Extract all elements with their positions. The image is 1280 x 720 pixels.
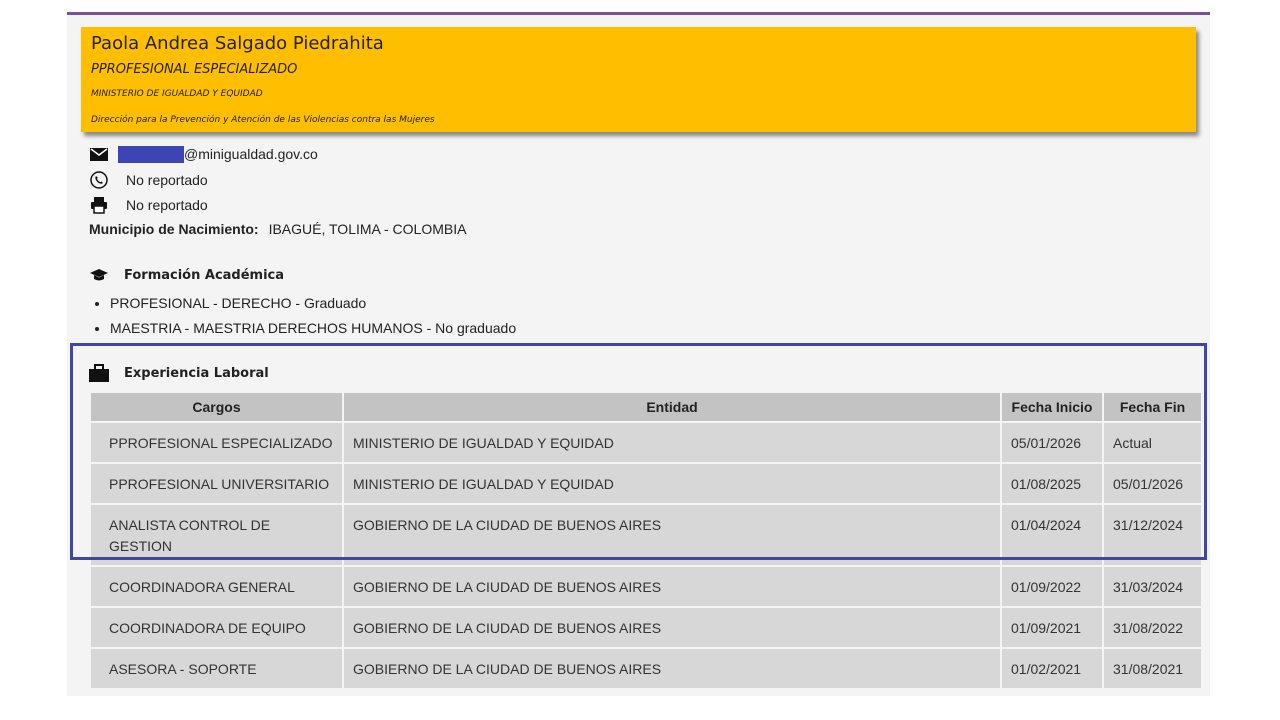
phone-value: No reportado: [126, 172, 208, 188]
table-row: ASESORA - SOPORTE GOBIERNO DE LA CIUDAD …: [91, 649, 1201, 688]
cell-cargo: COORDINADORA GENERAL: [91, 567, 342, 606]
education-item: MAESTRIA - MAESTRIA DERECHOS HUMANOS - N…: [110, 317, 516, 342]
phone-row: No reportado: [89, 171, 208, 189]
birthplace-label: Municipio de Nacimiento:: [89, 221, 259, 237]
birthplace-row: Municipio de Nacimiento: IBAGUÉ, TOLIMA …: [89, 221, 466, 237]
top-rule: [67, 12, 1210, 15]
cell-entidad: GOBIERNO DE LA CIUDAD DE BUENOS AIRES: [344, 608, 1000, 647]
profile-department: Dirección para la Prevención y Atención …: [91, 115, 435, 125]
cell-fin: 31/08/2021: [1104, 649, 1201, 688]
cell-entidad: GOBIERNO DE LA CIUDAD DE BUENOS AIRES: [344, 567, 1000, 606]
profile-role: PPROFESIONAL ESPECIALIZADO: [91, 62, 298, 77]
cell-cargo: COORDINADORA DE EQUIPO: [91, 608, 342, 647]
phone-icon: [89, 171, 109, 189]
education-list: PROFESIONAL - DERECHO - Graduado MAESTRI…: [94, 292, 516, 342]
education-item: PROFESIONAL - DERECHO - Graduado: [110, 292, 516, 317]
profile-card: Paola Andrea Salgado Piedrahita PPROFESI…: [81, 27, 1196, 132]
email-domain[interactable]: @minigualdad.gov.co: [184, 146, 318, 162]
cell-inicio: 01/09/2021: [1002, 608, 1102, 647]
email-row: @minigualdad.gov.co: [89, 145, 318, 163]
profile-organization: MINISTERIO DE IGUALDAD Y EQUIDAD: [91, 89, 263, 99]
envelope-icon: [89, 145, 109, 163]
cell-fin: 31/03/2024: [1104, 567, 1201, 606]
table-row: COORDINADORA GENERAL GOBIERNO DE LA CIUD…: [91, 567, 1201, 606]
table-row: COORDINADORA DE EQUIPO GOBIERNO DE LA CI…: [91, 608, 1201, 647]
cell-inicio: 01/09/2022: [1002, 567, 1102, 606]
education-title: Formación Académica: [124, 267, 285, 283]
education-heading: Formación Académica: [89, 266, 284, 284]
fax-row: No reportado: [89, 196, 208, 214]
cell-cargo: ASESORA - SOPORTE: [91, 649, 342, 688]
profile-name: Paola Andrea Salgado Piedrahita: [91, 33, 384, 54]
graduation-cap-icon: [89, 266, 109, 284]
printer-icon: [89, 196, 109, 214]
redacted-email-user: [118, 145, 184, 163]
cell-entidad: GOBIERNO DE LA CIUDAD DE BUENOS AIRES: [344, 649, 1000, 688]
cell-inicio: 01/02/2021: [1002, 649, 1102, 688]
birthplace-value: IBAGUÉ, TOLIMA - COLOMBIA: [268, 221, 467, 237]
highlight-box: [70, 343, 1207, 560]
cell-fin: 31/08/2022: [1104, 608, 1201, 647]
fax-value: No reportado: [126, 197, 208, 213]
